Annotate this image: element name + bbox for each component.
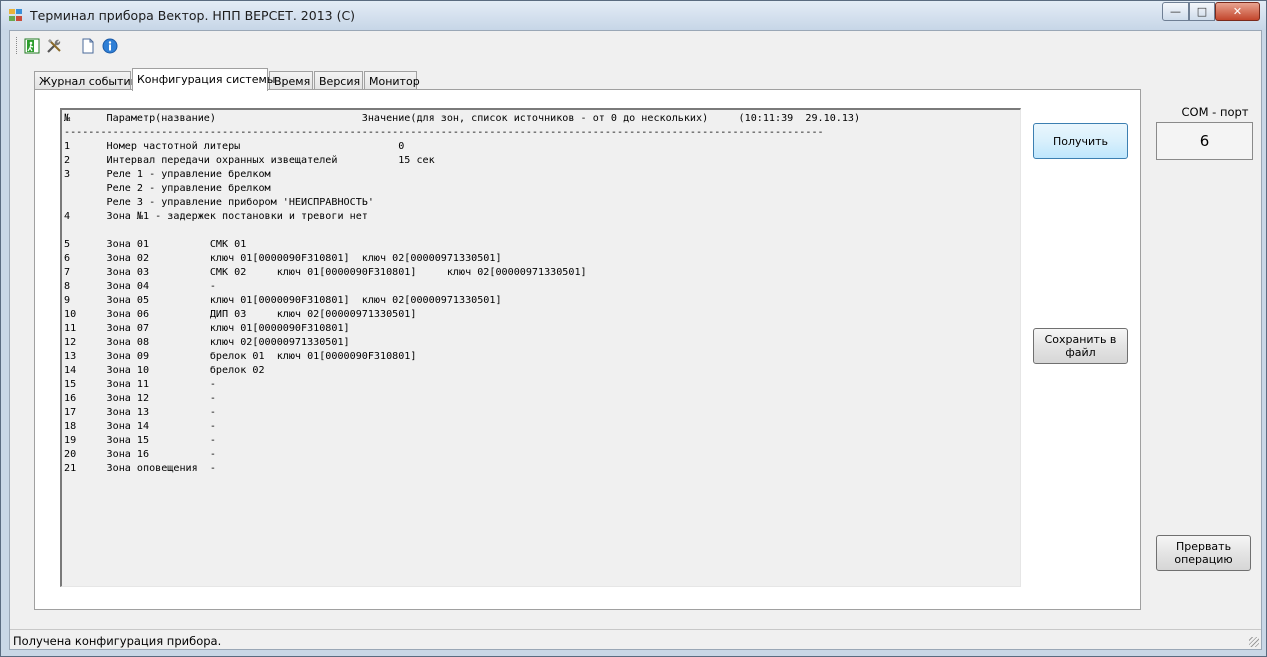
resize-grip[interactable] <box>1249 637 1259 647</box>
get-button[interactable]: Получить <box>1033 123 1128 159</box>
com-port-label: COM - порт <box>1181 105 1249 119</box>
tab-event-log[interactable]: Журнал событий <box>34 71 138 90</box>
config-line: 1 Номер частотной литеры 0 <box>64 141 405 152</box>
config-line: 14 Зона 10 брелок 02 <box>64 365 265 376</box>
config-line: 16 Зона 12 - <box>64 393 216 404</box>
config-line: 7 Зона 03 СМК 02 ключ 01[0000090F310801]… <box>64 267 587 278</box>
config-line: 15 Зона 11 - <box>64 379 216 390</box>
config-line: 3 Реле 1 - управление брелком <box>64 169 271 180</box>
exit-icon[interactable] <box>22 36 42 56</box>
config-line: 9 Зона 05 ключ 01[0000090F310801] ключ 0… <box>64 295 502 306</box>
config-line: 17 Зона 13 - <box>64 407 216 418</box>
config-line: 12 Зона 08 ключ 02[00000971330501] <box>64 337 350 348</box>
config-separator: ----------------------------------------… <box>64 127 824 138</box>
client-area: Журнал событий Конфигурация системы Врем… <box>9 30 1262 650</box>
tab-system-config[interactable]: Конфигурация системы <box>132 68 275 91</box>
config-line: 20 Зона 16 - <box>64 449 216 460</box>
app-icon <box>9 9 23 22</box>
window-title: Терминал прибора Вектор. НПП ВЕРСЕТ. 201… <box>30 8 356 23</box>
config-line: 4 Зона №1 - задержек постановки и тревог… <box>64 211 368 222</box>
save-to-file-button[interactable]: Сохранить в файл <box>1033 328 1128 364</box>
config-line: Реле 3 - управление прибором 'НЕИСПРАВНО… <box>64 197 374 208</box>
config-line: 18 Зона 14 - <box>64 421 216 432</box>
status-bar: Получена конфигурация прибора. <box>10 629 1261 649</box>
minimize-button[interactable]: — <box>1162 2 1189 21</box>
config-line: 5 Зона 01 СМК 01 <box>64 239 247 250</box>
com-port-field[interactable]: 6 <box>1156 122 1253 160</box>
config-line: 13 Зона 09 брелок 01 ключ 01[0000090F310… <box>64 351 417 362</box>
config-line: 21 Зона оповещения - <box>64 463 216 474</box>
status-text: Получена конфигурация прибора. <box>13 634 222 648</box>
config-line: 10 Зона 06 ДИП 03 ключ 02[00000971330501… <box>64 309 417 320</box>
config-line: 6 Зона 02 ключ 01[0000090F310801] ключ 0… <box>64 253 502 264</box>
title-bar[interactable]: Терминал прибора Вектор. НПП ВЕРСЕТ. 201… <box>1 1 1266 30</box>
config-line: 2 Интервал передачи охранных извещателей… <box>64 155 435 166</box>
main-window: Терминал прибора Вектор. НПП ВЕРСЕТ. 201… <box>0 0 1267 657</box>
tools-icon[interactable] <box>44 36 64 56</box>
maximize-button[interactable]: □ <box>1189 2 1215 21</box>
info-icon[interactable] <box>100 36 120 56</box>
toolbar-grip[interactable] <box>16 37 19 54</box>
config-lines: 1 Номер частотной литеры 0 2 Интервал пе… <box>64 141 587 474</box>
config-output-text: № Параметр(название) Значение(для зон, с… <box>64 112 860 476</box>
config-header: № Параметр(название) Значение(для зон, с… <box>64 113 861 124</box>
config-tab-page: № Параметр(название) Значение(для зон, с… <box>34 89 1141 610</box>
config-output-textbox[interactable]: № Параметр(название) Значение(для зон, с… <box>60 108 1021 587</box>
tab-monitor[interactable]: Монитор <box>364 71 420 90</box>
tab-time[interactable]: Время <box>269 71 313 90</box>
config-line: 19 Зона 15 - <box>64 435 216 446</box>
config-line: 11 Зона 07 ключ 01[0000090F310801] <box>64 323 350 334</box>
tab-version[interactable]: Версия <box>314 71 363 90</box>
config-line: 8 Зона 04 - <box>64 281 216 292</box>
close-button[interactable]: ✕ <box>1215 2 1260 21</box>
document-icon[interactable] <box>78 36 98 56</box>
config-line: Реле 2 - управление брелком <box>64 183 271 194</box>
abort-operation-button[interactable]: Прервать операцию <box>1156 535 1251 571</box>
